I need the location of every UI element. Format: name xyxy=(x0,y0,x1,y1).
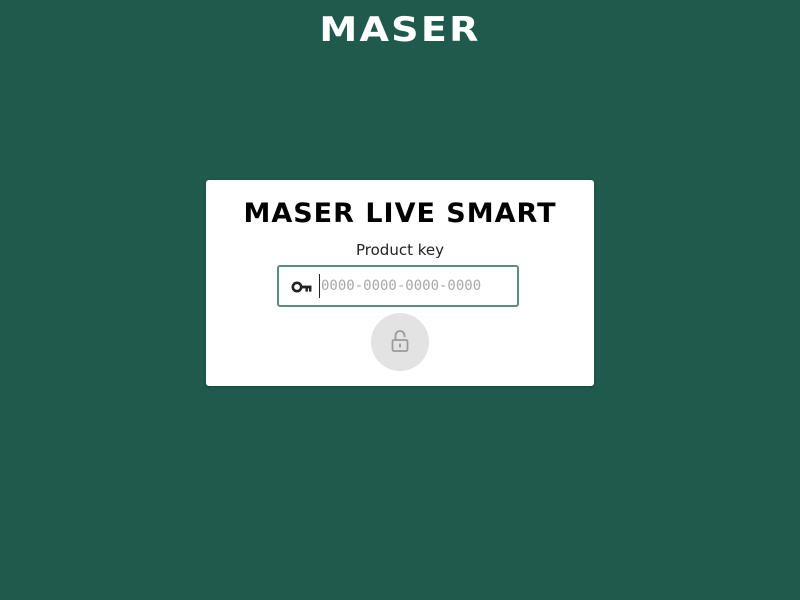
product-key-label: Product key xyxy=(356,241,444,259)
product-key-field[interactable] xyxy=(277,265,519,307)
brand-logo: MASER xyxy=(319,10,481,50)
card-title: MASER LIVE SMART xyxy=(243,198,557,229)
unlock-icon xyxy=(390,329,410,353)
activation-card: MASER LIVE SMART Product key xyxy=(206,180,594,386)
key-icon xyxy=(291,279,313,295)
unlock-button[interactable] xyxy=(371,313,429,371)
product-key-input[interactable] xyxy=(319,274,511,298)
